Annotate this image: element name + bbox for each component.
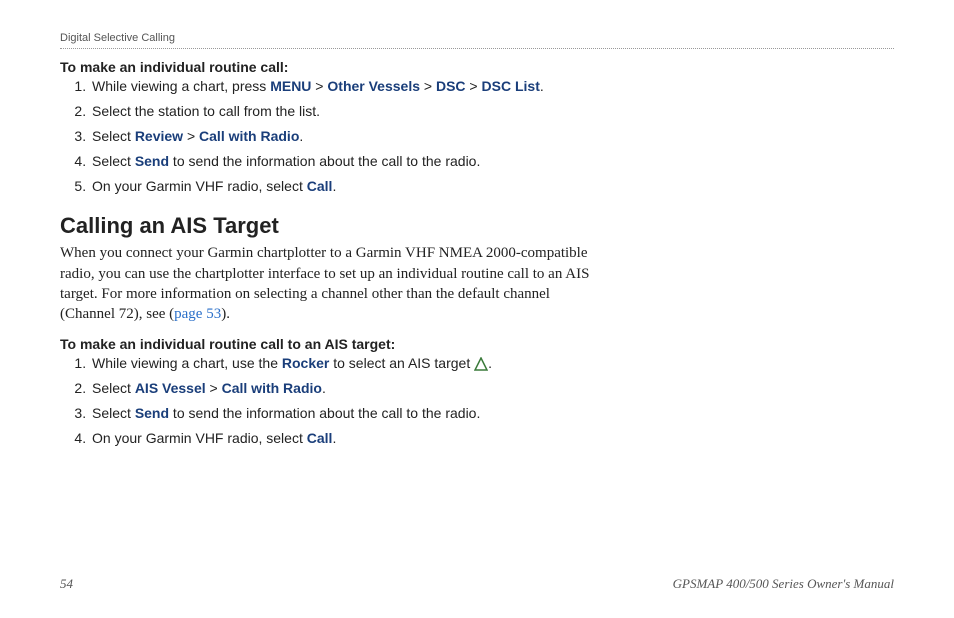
call-with-radio-keyword-2: Call with Radio xyxy=(222,380,322,396)
routine-call-steps: While viewing a chart, press MENU > Othe… xyxy=(60,77,600,195)
page-number: 54 xyxy=(60,576,73,592)
call-keyword-2: Call xyxy=(307,430,333,446)
step-2: Select the station to call from the list… xyxy=(90,102,600,121)
page-header: Digital Selective Calling xyxy=(60,28,894,49)
ais-call-heading: To make an individual routine call to an… xyxy=(60,336,600,352)
step-3: Select Review > Call with Radio. xyxy=(90,127,600,146)
routine-call-heading: To make an individual routine call: xyxy=(60,59,600,75)
dsc-list-keyword: DSC List xyxy=(482,78,540,94)
ais-step-1: While viewing a chart, use the Rocker to… xyxy=(90,354,600,373)
ais-call-steps: While viewing a chart, use the Rocker to… xyxy=(60,354,600,448)
send-keyword: Send xyxy=(135,153,169,169)
ais-step-3: Select Send to send the information abou… xyxy=(90,404,600,423)
call-keyword: Call xyxy=(307,178,333,194)
main-content: To make an individual routine call: Whil… xyxy=(60,59,600,448)
step-1: While viewing a chart, press MENU > Othe… xyxy=(90,77,600,96)
step-5: On your Garmin VHF radio, select Call. xyxy=(90,177,600,196)
ais-vessel-keyword: AIS Vessel xyxy=(135,380,206,396)
menu-keyword: MENU xyxy=(270,78,311,94)
step-4: Select Send to send the information abou… xyxy=(90,152,600,171)
page-53-link[interactable]: page 53 xyxy=(174,306,221,322)
ais-section-title: Calling an AIS Target xyxy=(60,213,600,239)
other-vessels-keyword: Other Vessels xyxy=(327,78,420,94)
header-section-label: Digital Selective Calling xyxy=(60,32,175,44)
page-footer: 54 GPSMAP 400/500 Series Owner's Manual xyxy=(60,576,894,592)
ais-step-4: On your Garmin VHF radio, select Call. xyxy=(90,429,600,448)
dsc-keyword: DSC xyxy=(436,78,466,94)
call-with-radio-keyword: Call with Radio xyxy=(199,128,299,144)
review-keyword: Review xyxy=(135,128,183,144)
send-keyword-2: Send xyxy=(135,405,169,421)
manual-title: GPSMAP 400/500 Series Owner's Manual xyxy=(673,576,894,592)
ais-step-2: Select AIS Vessel > Call with Radio. xyxy=(90,379,600,398)
ais-paragraph: When you connect your Garmin chartplotte… xyxy=(60,243,600,324)
ais-target-icon xyxy=(474,357,488,371)
rocker-keyword: Rocker xyxy=(282,355,329,371)
